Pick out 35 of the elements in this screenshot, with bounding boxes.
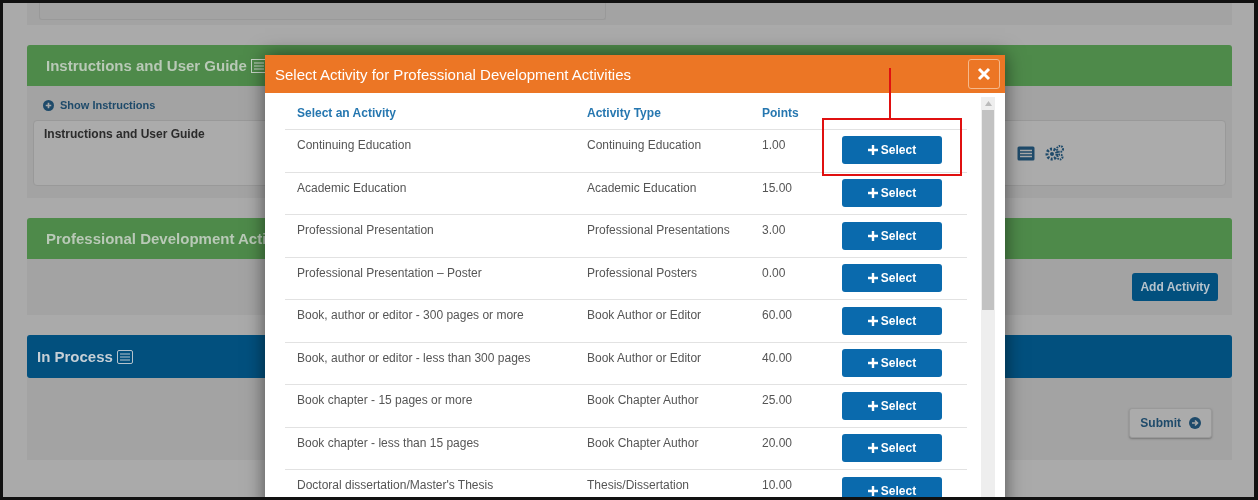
- dialog-title: Select Activity for Professional Development Activities: [275, 65, 631, 83]
- table-cell-text: Thesis/Dissertation: [587, 477, 691, 494]
- table-cell-text: Academic Education: [296, 179, 408, 197]
- table-cell-text: Book chapter - 15 pages or more: [296, 392, 474, 409]
- table-cell-text: Book chapter - less than 15 pages: [296, 434, 481, 452]
- table-cell-text: Book Author or Editor: [587, 307, 703, 324]
- table-cell-text: Professional Posters: [587, 264, 699, 282]
- table-cell-text: 60.00: [762, 307, 794, 324]
- table-cell-text: Continuing Education: [587, 137, 703, 154]
- panel-title: In Process: [37, 348, 113, 365]
- table-cell-text: Professional Presentation: [296, 222, 435, 239]
- instructions-title: Instructions and User Guide: [44, 127, 205, 143]
- panel-title: Professional Development Acti: [46, 230, 267, 247]
- table-cell-text: 3.00: [762, 222, 787, 239]
- table-cell-text: Professional Presentations: [587, 222, 731, 239]
- table-cell-text: Continuing Education: [296, 137, 413, 154]
- table-cell-text: Professional Presentation – Poster: [296, 264, 483, 282]
- table-cell-text: 15.00: [762, 179, 794, 197]
- table-cell-text: Book, author or editor - less than 300 pages: [296, 349, 532, 367]
- table-cell-text: 25.00: [762, 392, 794, 409]
- table-cell-text: Book Chapter Author: [587, 392, 700, 409]
- table-cell-text: Academic Education: [587, 179, 698, 197]
- column-header: Points: [762, 106, 800, 120]
- panel-title: Instructions and User Guide: [46, 57, 247, 74]
- table-cell-text: 1.00: [762, 137, 787, 154]
- table-cell-text: Doctoral dissertation/Master's Thesis: [296, 477, 495, 494]
- column-header: Select an Activity: [296, 106, 397, 120]
- table-cell-text: 20.00: [762, 434, 794, 452]
- table-cell-text: Book Author or Editor: [587, 349, 703, 367]
- table-cell-text: Book Chapter Author: [587, 434, 700, 452]
- table-cell-text: 0.00: [762, 264, 787, 282]
- table-cell-text: 40.00: [762, 349, 794, 367]
- column-header: Activity Type: [587, 106, 662, 120]
- table-cell-text: 10.00: [762, 477, 794, 494]
- table-cell-text: Book, author or editor - 300 pages or more: [296, 307, 525, 324]
